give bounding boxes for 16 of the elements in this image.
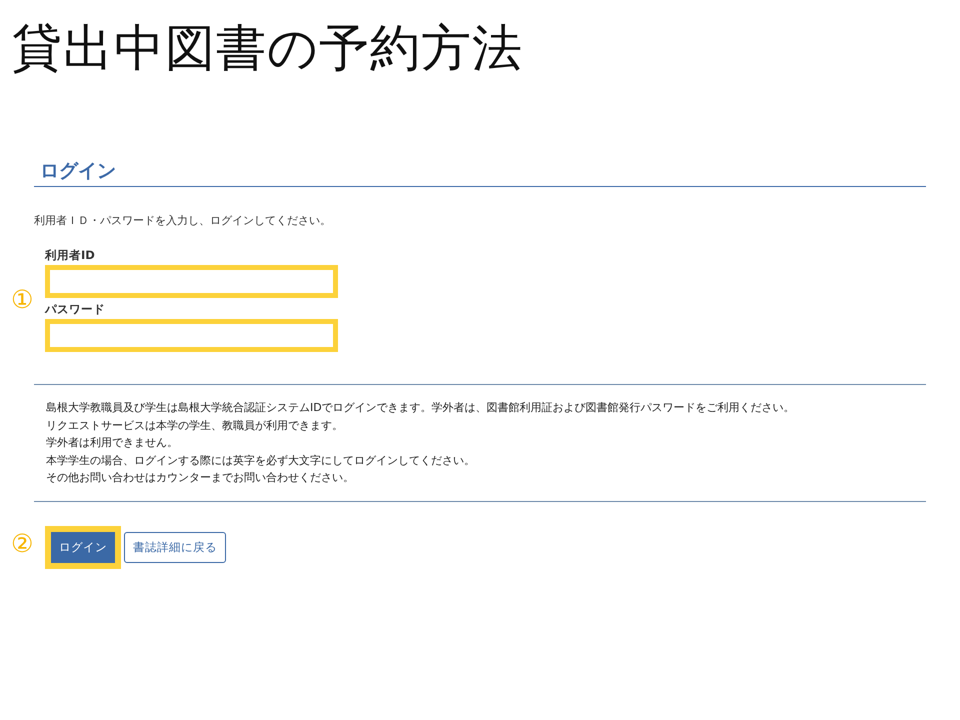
instruction-text: 利用者ＩＤ・パスワードを入力し、ログインしてください。	[34, 213, 331, 228]
slide-title: 貸出中図書の予約方法	[12, 18, 523, 78]
notice-text: その他お問い合わせはカウンターまでお問い合わせください。	[46, 470, 354, 486]
step-marker: ①	[11, 286, 34, 314]
login-button[interactable]: ログイン	[51, 532, 115, 562]
field-label: 利用者ID	[45, 248, 95, 263]
notice-text: 学外者は利用できません。	[46, 435, 178, 451]
input-field[interactable]	[45, 265, 338, 298]
notice-text: リクエストサービスは本学の学生、教職員が利用できます。	[46, 418, 343, 434]
back-button[interactable]: 書誌詳細に戻る	[124, 532, 226, 562]
step-marker: ②	[11, 530, 34, 558]
notice-text: 島根大学教職員及び学生は島根大学統合認証システムIDでログインできます。学外者は、図書館利用証および図書館発行パスワードをご利用ください。	[46, 400, 795, 416]
login-heading: ログイン	[34, 158, 926, 187]
input-field[interactable]	[45, 319, 338, 352]
field-label: パスワード	[45, 302, 105, 317]
notice-text: 本学学生の場合、ログインする際には英字を必ず大文字にしてログインしてください。	[46, 452, 475, 468]
